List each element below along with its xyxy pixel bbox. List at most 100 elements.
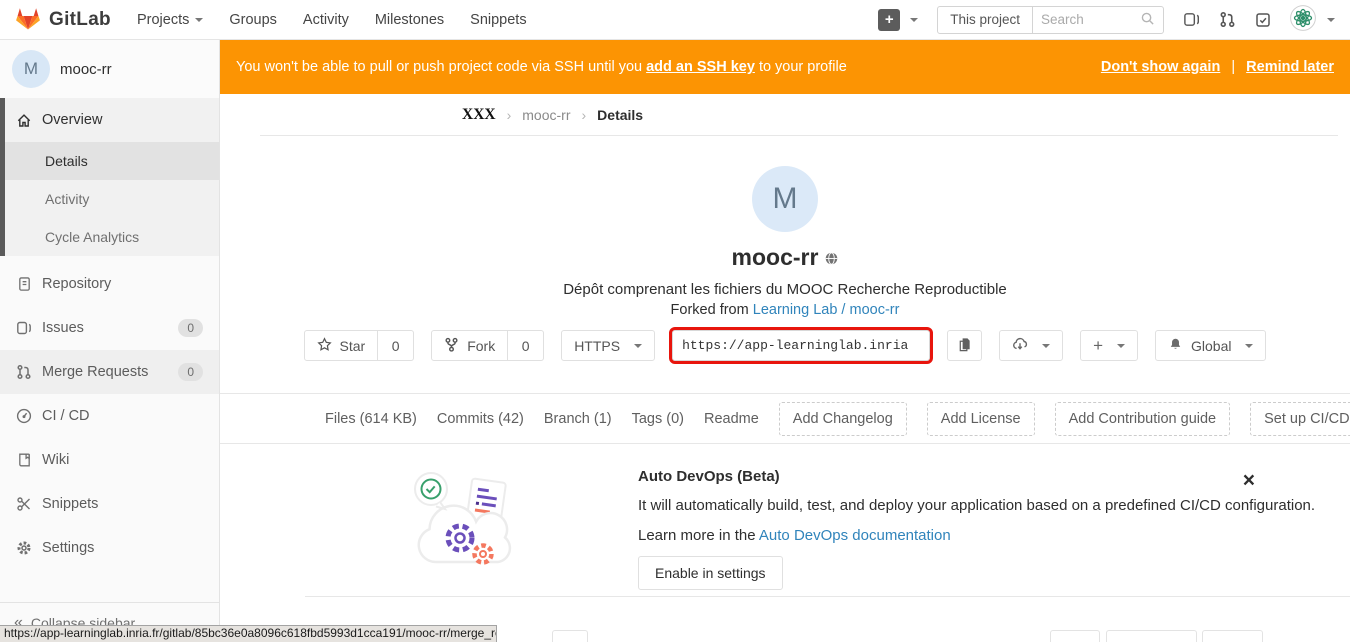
project-description: Dépôt comprenant les fichiers du MOOC Re… <box>220 281 1350 298</box>
add-license-button[interactable]: Add License <box>927 402 1035 436</box>
nav-activity[interactable]: Activity <box>303 12 349 28</box>
copy-url-button[interactable] <box>947 330 982 361</box>
brand-wordmark: GitLab <box>49 9 111 31</box>
add-ssh-key-link[interactable]: add an SSH key <box>646 59 755 75</box>
sidebar-item-label: Overview <box>42 112 102 128</box>
download-dropdown[interactable] <box>999 330 1063 361</box>
forked-from-link[interactable]: Learning Lab / mooc-rr <box>753 302 900 318</box>
clone-protocol-dropdown[interactable]: HTTPS <box>561 330 655 361</box>
sidebar-item-overview[interactable]: Overview <box>5 98 219 142</box>
nav-snippets[interactable]: Snippets <box>470 12 526 28</box>
sidebar-item-repository[interactable]: Repository <box>0 262 219 306</box>
sidebar-item-ci-cd[interactable]: CI / CD <box>0 394 219 438</box>
browser-status-bar: https://app-learninglab.inria.fr/gitlab/… <box>0 625 497 642</box>
commits-link[interactable]: Commits (42) <box>437 411 524 427</box>
star-icon <box>317 337 332 355</box>
top-navigation: Projects Groups Activity Milestones Snip… <box>137 12 527 28</box>
project-title: mooc-rr <box>732 244 819 271</box>
sidebar-project-header[interactable]: M mooc-rr <box>0 40 219 98</box>
nav-milestones[interactable]: Milestones <box>375 12 444 28</box>
sidebar-item-snippets[interactable]: Snippets <box>0 482 219 526</box>
project-sidebar: M mooc-rr Overview Details Activity Cycl… <box>0 40 220 642</box>
todos-icon[interactable] <box>1255 12 1271 28</box>
project-avatar-large: M <box>752 166 818 232</box>
partial-button[interactable] <box>1106 630 1197 642</box>
sidebar-item-cycle-analytics[interactable]: Cycle Analytics <box>5 218 219 256</box>
readme-link[interactable]: Readme <box>704 411 759 427</box>
chevron-right-icon: › <box>507 107 512 123</box>
star-button[interactable]: Star <box>304 330 379 361</box>
notification-dropdown[interactable]: Global <box>1155 330 1266 361</box>
clone-url-input[interactable] <box>672 330 930 361</box>
issue-boards-icon[interactable] <box>1183 11 1200 28</box>
sidebar-item-merge-requests[interactable]: Merge Requests 0 <box>0 350 219 394</box>
enable-in-settings-button[interactable]: Enable in settings <box>638 556 783 590</box>
chevron-down-icon <box>1117 344 1125 348</box>
partial-button[interactable] <box>552 630 588 642</box>
branches-link[interactable]: Branch (1) <box>544 411 612 427</box>
project-title-row: mooc-rr <box>220 244 1350 271</box>
tanuki-icon <box>15 6 41 34</box>
merge-requests-count-badge: 0 <box>178 363 203 381</box>
sidebar-item-activity[interactable]: Activity <box>5 180 219 218</box>
book-icon <box>16 452 32 468</box>
chevron-down-icon <box>634 344 642 348</box>
breadcrumb-current-page: Details <box>597 107 643 123</box>
forked-from-line: Forked from Learning Lab / mooc-rr <box>220 302 1350 318</box>
sidebar-item-wiki[interactable]: Wiki <box>0 438 219 482</box>
nav-groups[interactable]: Groups <box>229 12 277 28</box>
partial-button[interactable] <box>1050 630 1100 642</box>
add-contribution-guide-button[interactable]: Add Contribution guide <box>1055 402 1231 436</box>
devops-body: It will automatically build, test, and d… <box>638 497 1350 514</box>
auto-devops-doc-link[interactable]: Auto DevOps documentation <box>759 527 951 544</box>
banner-actions: Don't show again | Remind later <box>1101 59 1334 75</box>
breadcrumb-project[interactable]: mooc-rr <box>522 107 570 123</box>
search-input[interactable] <box>1041 12 1140 27</box>
bell-icon <box>1168 337 1183 355</box>
chevron-down-icon <box>195 18 203 22</box>
fork-count[interactable]: 0 <box>508 330 544 361</box>
add-new-dropdown[interactable]: + <box>1080 330 1138 361</box>
add-changelog-button[interactable]: Add Changelog <box>779 402 907 436</box>
document-icon <box>16 276 32 292</box>
project-avatar: M <box>12 50 50 88</box>
fork-button[interactable]: Fork <box>431 330 508 361</box>
nav-projects[interactable]: Projects <box>137 12 203 28</box>
breadcrumb-group[interactable]: XXX <box>462 106 496 124</box>
partial-button[interactable] <box>1202 630 1263 642</box>
public-globe-icon <box>825 244 838 271</box>
gitlab-logo[interactable]: GitLab <box>15 6 111 34</box>
scissors-icon <box>16 496 32 512</box>
sidebar-item-settings[interactable]: Settings <box>0 526 219 570</box>
issues-count-badge: 0 <box>178 319 203 337</box>
user-menu[interactable] <box>1290 5 1335 34</box>
plus-icon: + <box>1093 337 1103 354</box>
devops-illustration <box>408 464 528 587</box>
chevron-down-icon <box>1042 344 1050 348</box>
issues-icon <box>16 320 32 336</box>
remind-later-link[interactable]: Remind later <box>1246 59 1334 75</box>
files-link[interactable]: Files (614 KB) <box>325 411 417 427</box>
sidebar-item-details[interactable]: Details <box>5 142 219 180</box>
banner-message: You won't be able to pull or push projec… <box>236 59 847 75</box>
tags-link[interactable]: Tags (0) <box>632 411 684 427</box>
star-count[interactable]: 0 <box>378 330 414 361</box>
main-content: XXX › mooc-rr › Details M mooc-rr Dépôt … <box>220 94 1350 642</box>
sidebar-item-issues[interactable]: Issues 0 <box>0 306 219 350</box>
chevron-down-icon <box>1245 344 1253 348</box>
dont-show-again-link[interactable]: Don't show again <box>1101 59 1220 75</box>
gear-icon <box>16 540 32 556</box>
set-up-ci-cd-button[interactable]: Set up CI/CD <box>1250 402 1350 436</box>
new-menu-button[interactable]: + <box>878 9 918 31</box>
close-icon[interactable]: × <box>1243 470 1255 491</box>
gauge-icon <box>16 408 32 424</box>
chevron-down-icon <box>1327 18 1335 22</box>
top-header: GitLab Projects Groups Activity Mileston… <box>0 0 1350 40</box>
merge-requests-icon[interactable] <box>1219 11 1236 28</box>
chevron-right-icon: › <box>582 107 587 123</box>
search-scope-label: This project <box>938 7 1033 33</box>
star-button-group: Star 0 <box>304 330 415 361</box>
project-action-bar: Star 0 Fork 0 HTTPS <box>220 330 1350 367</box>
chevron-down-icon <box>910 18 918 22</box>
devops-learn-more: Learn more in the Auto DevOps documentat… <box>638 527 1350 544</box>
